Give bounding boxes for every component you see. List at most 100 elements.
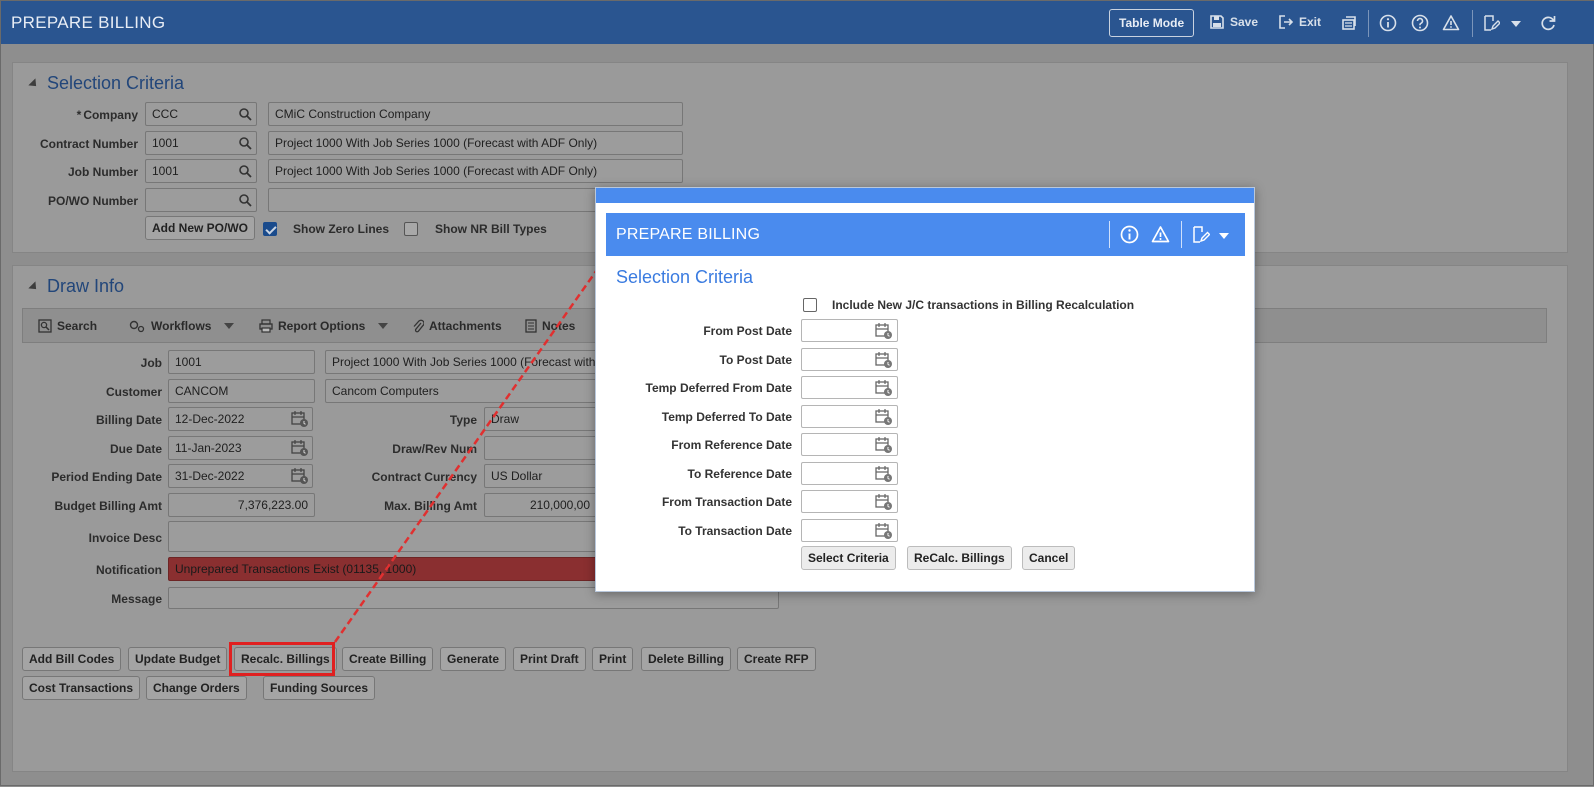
recalc-billings-dialog-button[interactable]: ReCalc. Billings xyxy=(907,546,1012,570)
period-ending-date-label: Period Ending Date xyxy=(51,470,162,484)
export-icon[interactable] xyxy=(1340,14,1358,32)
draw-info-title[interactable]: Draw Info xyxy=(28,276,124,297)
print-icon xyxy=(259,319,273,333)
chevron-down-icon[interactable] xyxy=(1509,14,1523,32)
show-nr-bill-types-checkbox[interactable] xyxy=(404,222,418,236)
contract-number-input[interactable]: 1001 xyxy=(145,131,257,155)
cancel-button[interactable]: Cancel xyxy=(1022,546,1076,570)
from-post-date-input[interactable] xyxy=(801,319,898,342)
search-icon[interactable] xyxy=(238,164,252,178)
create-billing-button[interactable]: Create Billing xyxy=(342,647,434,671)
from-reference-date-label: From Reference Date xyxy=(671,438,792,452)
calendar-icon[interactable] xyxy=(291,439,309,457)
to-post-date-input[interactable] xyxy=(801,348,898,371)
company-label-text: Company xyxy=(83,108,138,122)
edit-page-icon[interactable] xyxy=(1191,225,1210,244)
funding-sources-button[interactable]: Funding Sources xyxy=(263,676,376,700)
warning-icon[interactable] xyxy=(1151,225,1170,244)
create-rfp-button[interactable]: Create RFP xyxy=(737,647,816,671)
report-options-button[interactable]: Report Options xyxy=(259,319,389,333)
dialog-subtitle: Selection Criteria xyxy=(616,267,754,287)
print-draft-button[interactable]: Print Draft xyxy=(513,647,586,671)
max-billing-amt-field: 210,000,00 xyxy=(484,493,597,517)
job-number-input[interactable]: 1001 xyxy=(145,159,257,183)
notes-button[interactable]: Notes xyxy=(525,319,575,333)
save-button[interactable]: Save xyxy=(1209,14,1258,30)
calendar-icon[interactable] xyxy=(291,467,309,485)
recalc-highlight-box xyxy=(229,642,335,676)
calendar-icon[interactable] xyxy=(875,322,893,340)
edit-page-icon[interactable] xyxy=(1482,14,1500,32)
add-bill-codes-button[interactable]: Add Bill Codes xyxy=(22,647,122,671)
billing-date-input[interactable]: 12-Dec-2022 xyxy=(168,407,313,431)
search-icon[interactable] xyxy=(238,193,252,207)
warning-icon[interactable] xyxy=(1442,14,1460,32)
app-title: PREPARE BILLING xyxy=(11,13,166,32)
update-budget-button[interactable]: Update Budget xyxy=(128,647,228,671)
calendar-icon[interactable] xyxy=(875,379,893,397)
contract-currency-field: US Dollar xyxy=(484,464,597,488)
contract-desc-field: Project 1000 With Job Series 1000 (Forec… xyxy=(268,131,683,155)
from-transaction-date-input[interactable] xyxy=(801,490,898,513)
add-new-po-wo-button[interactable]: Add New PO/WO xyxy=(145,216,255,240)
save-icon xyxy=(1210,15,1224,29)
draw-rev-num-field[interactable] xyxy=(484,436,597,460)
calendar-icon[interactable] xyxy=(875,408,893,426)
required-mark: * xyxy=(76,108,82,122)
to-reference-date-label: To Reference Date xyxy=(687,467,792,481)
po-wo-number-input[interactable] xyxy=(145,188,257,212)
max-billing-amt-label: Max. Billing Amt xyxy=(384,499,477,513)
calendar-icon[interactable] xyxy=(875,351,893,369)
table-mode-button[interactable]: Table Mode xyxy=(1109,9,1195,37)
calendar-icon[interactable] xyxy=(875,436,893,454)
due-date-label: Due Date xyxy=(109,442,162,456)
attachments-button[interactable]: Attachments xyxy=(412,319,502,333)
select-criteria-button[interactable]: Select Criteria xyxy=(801,546,896,570)
selection-criteria-title-text: Selection Criteria xyxy=(47,73,185,93)
top-bar: PREPARE BILLING Table Mode Save Exit xyxy=(1,1,1594,44)
print-button[interactable]: Print xyxy=(592,647,634,671)
company-label: * Company xyxy=(41,108,138,122)
chevron-down-icon[interactable] xyxy=(1217,225,1231,244)
calendar-icon[interactable] xyxy=(875,522,893,540)
temp-deferred-to-date-input[interactable] xyxy=(801,405,898,428)
period-ending-date-value: 31-Dec-2022 xyxy=(175,469,245,483)
invoice-desc-input[interactable] xyxy=(168,521,597,552)
to-reference-date-input[interactable] xyxy=(801,462,898,485)
company-desc-field: CMiC Construction Company xyxy=(268,102,683,126)
help-icon[interactable] xyxy=(1411,14,1429,32)
delete-billing-button[interactable]: Delete Billing xyxy=(641,647,732,671)
save-label: Save xyxy=(1230,15,1259,29)
info-icon[interactable] xyxy=(1379,14,1397,32)
search-button[interactable]: Search xyxy=(38,319,97,333)
due-date-input[interactable]: 11-Jan-2023 xyxy=(168,436,313,460)
app-frame: PREPARE BILLING Table Mode Save Exit Sel… xyxy=(0,0,1594,786)
show-zero-lines-checkbox[interactable] xyxy=(263,222,277,236)
search-icon[interactable] xyxy=(238,107,252,121)
calendar-icon[interactable] xyxy=(875,493,893,511)
toolbar-separator xyxy=(1472,10,1473,37)
calendar-icon[interactable] xyxy=(291,410,309,428)
type-field[interactable]: Draw xyxy=(484,407,597,431)
include-new-jc-checkbox[interactable] xyxy=(803,298,817,312)
info-icon[interactable] xyxy=(1120,225,1139,244)
exit-button[interactable]: Exit xyxy=(1278,14,1321,30)
to-transaction-date-input[interactable] xyxy=(801,519,898,542)
from-reference-date-input[interactable] xyxy=(801,433,898,456)
header-separator xyxy=(1181,221,1182,248)
company-code-input[interactable]: CCC xyxy=(145,102,257,126)
customer-desc-field: Cancom Computers xyxy=(325,379,597,403)
change-orders-button[interactable]: Change Orders xyxy=(146,676,247,700)
attachments-button-label: Attachments xyxy=(429,319,502,333)
cost-transactions-button[interactable]: Cost Transactions xyxy=(22,676,141,700)
refresh-icon[interactable] xyxy=(1539,14,1557,32)
period-ending-date-input[interactable]: 31-Dec-2022 xyxy=(168,464,313,488)
search-icon[interactable] xyxy=(238,136,252,150)
temp-deferred-from-date-input[interactable] xyxy=(801,376,898,399)
temp-deferred-to-date-label: Temp Deferred To Date xyxy=(661,410,792,424)
selection-criteria-title[interactable]: Selection Criteria xyxy=(28,73,185,94)
generate-button[interactable]: Generate xyxy=(440,647,507,671)
workflows-button[interactable]: Workflows xyxy=(128,319,235,333)
dialog-title-strip[interactable] xyxy=(596,188,1254,203)
calendar-icon[interactable] xyxy=(875,465,893,483)
